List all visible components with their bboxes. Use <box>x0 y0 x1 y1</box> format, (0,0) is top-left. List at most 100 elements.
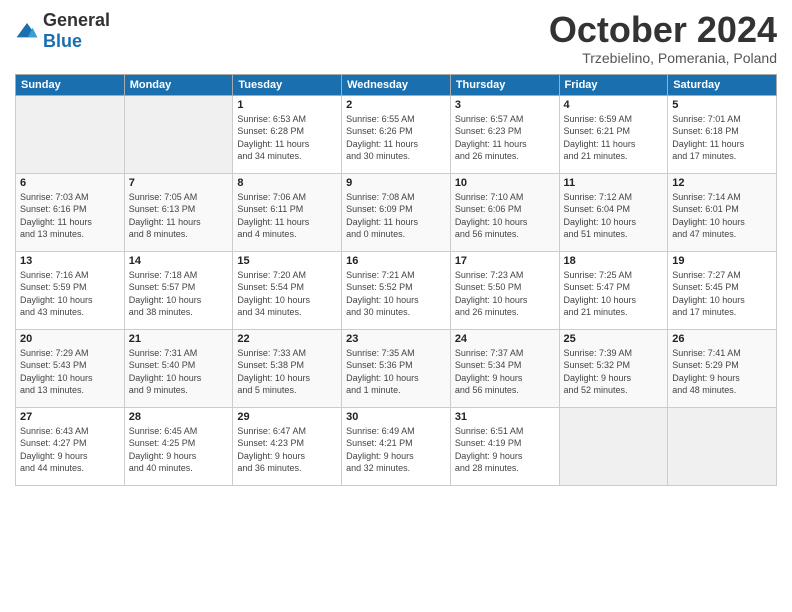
day-number: 23 <box>346 333 446 345</box>
day-number: 25 <box>564 333 664 345</box>
day-number: 20 <box>20 333 120 345</box>
week-row-4: 20 Sunrise: 7:29 AM Sunset: 5:43 PM Dayli… <box>16 329 777 407</box>
day-number: 27 <box>20 411 120 423</box>
logo-blue: Blue <box>43 31 82 51</box>
day-info: Sunrise: 7:23 AM Sunset: 5:50 PM Dayligh… <box>455 269 555 319</box>
logo-icon <box>15 21 39 41</box>
day-cell: 15Sunrise: 7:20 AM Sunset: 5:54 PM Dayli… <box>233 251 342 329</box>
title-block: October 2024 Trzebielino, Pomerania, Pol… <box>549 10 777 66</box>
day-cell: 19 Sunrise: 7:27 AM Sunset: 5:45 PM Dayli… <box>668 251 777 329</box>
day-info: Sunrise: 6:51 AM Sunset: 4:19 PM Dayligh… <box>455 425 555 475</box>
day-cell: 16Sunrise: 7:21 AM Sunset: 5:52 PM Dayli… <box>342 251 451 329</box>
day-number: 19 <box>672 255 772 267</box>
day-cell: 5 Sunrise: 7:01 AM Sunset: 6:18 PM Daylig… <box>668 95 777 173</box>
weekday-header-wednesday: Wednesday <box>342 74 451 95</box>
day-info: Sunrise: 7:06 AM Sunset: 6:11 PM Dayligh… <box>237 191 337 241</box>
day-cell: 18 Sunrise: 7:25 AM Sunset: 5:47 PM Dayli… <box>559 251 668 329</box>
day-number: 31 <box>455 411 555 423</box>
calendar-table: SundayMondayTuesdayWednesdayThursdayFrid… <box>15 74 777 486</box>
day-cell: 23 Sunrise: 7:35 AM Sunset: 5:36 PM Dayli… <box>342 329 451 407</box>
day-number: 11 <box>564 177 664 189</box>
day-info: Sunrise: 6:53 AM Sunset: 6:28 PM Dayligh… <box>237 113 337 163</box>
day-cell: 17Sunrise: 7:23 AM Sunset: 5:50 PM Dayli… <box>450 251 559 329</box>
day-cell: 1Sunrise: 6:53 AM Sunset: 6:28 PM Daylig… <box>233 95 342 173</box>
day-number: 8 <box>237 177 337 189</box>
day-info: Sunrise: 7:37 AM Sunset: 5:34 PM Dayligh… <box>455 347 555 397</box>
day-number: 10 <box>455 177 555 189</box>
week-row-2: 6 Sunrise: 7:03 AM Sunset: 6:16 PM Daylig… <box>16 173 777 251</box>
day-number: 21 <box>129 333 229 345</box>
day-info: Sunrise: 7:31 AM Sunset: 5:40 PM Dayligh… <box>129 347 229 397</box>
day-info: Sunrise: 6:49 AM Sunset: 4:21 PM Dayligh… <box>346 425 446 475</box>
weekday-header-sunday: Sunday <box>16 74 125 95</box>
week-row-1: 1Sunrise: 6:53 AM Sunset: 6:28 PM Daylig… <box>16 95 777 173</box>
day-info: Sunrise: 6:45 AM Sunset: 4:25 PM Dayligh… <box>129 425 229 475</box>
day-cell: 29 Sunrise: 6:47 AM Sunset: 4:23 PM Dayli… <box>233 407 342 485</box>
page: General Blue October 2024 Trzebielino, P… <box>0 0 792 612</box>
day-number: 15 <box>237 255 337 267</box>
day-info: Sunrise: 7:29 AM Sunset: 5:43 PM Dayligh… <box>20 347 120 397</box>
day-cell: 25 Sunrise: 7:39 AM Sunset: 5:32 PM Dayli… <box>559 329 668 407</box>
weekday-header-monday: Monday <box>124 74 233 95</box>
day-number: 12 <box>672 177 772 189</box>
day-cell <box>124 95 233 173</box>
day-info: Sunrise: 7:25 AM Sunset: 5:47 PM Dayligh… <box>564 269 664 319</box>
day-number: 29 <box>237 411 337 423</box>
day-number: 30 <box>346 411 446 423</box>
day-cell: 10Sunrise: 7:10 AM Sunset: 6:06 PM Dayli… <box>450 173 559 251</box>
day-number: 26 <box>672 333 772 345</box>
logo-text: General Blue <box>43 10 110 52</box>
day-info: Sunrise: 7:27 AM Sunset: 5:45 PM Dayligh… <box>672 269 772 319</box>
day-info: Sunrise: 6:43 AM Sunset: 4:27 PM Dayligh… <box>20 425 120 475</box>
day-cell: 12 Sunrise: 7:14 AM Sunset: 6:01 PM Dayli… <box>668 173 777 251</box>
day-info: Sunrise: 7:33 AM Sunset: 5:38 PM Dayligh… <box>237 347 337 397</box>
day-info: Sunrise: 7:08 AM Sunset: 6:09 PM Dayligh… <box>346 191 446 241</box>
weekday-header-thursday: Thursday <box>450 74 559 95</box>
weekday-header-friday: Friday <box>559 74 668 95</box>
day-info: Sunrise: 7:05 AM Sunset: 6:13 PM Dayligh… <box>129 191 229 241</box>
day-number: 13 <box>20 255 120 267</box>
day-info: Sunrise: 7:35 AM Sunset: 5:36 PM Dayligh… <box>346 347 446 397</box>
day-cell: 26Sunrise: 7:41 AM Sunset: 5:29 PM Dayli… <box>668 329 777 407</box>
day-number: 9 <box>346 177 446 189</box>
day-info: Sunrise: 6:47 AM Sunset: 4:23 PM Dayligh… <box>237 425 337 475</box>
day-info: Sunrise: 7:21 AM Sunset: 5:52 PM Dayligh… <box>346 269 446 319</box>
day-cell: 27 Sunrise: 6:43 AM Sunset: 4:27 PM Dayli… <box>16 407 125 485</box>
day-info: Sunrise: 7:18 AM Sunset: 5:57 PM Dayligh… <box>129 269 229 319</box>
day-cell: 14 Sunrise: 7:18 AM Sunset: 5:57 PM Dayli… <box>124 251 233 329</box>
day-info: Sunrise: 6:59 AM Sunset: 6:21 PM Dayligh… <box>564 113 664 163</box>
day-cell: 21 Sunrise: 7:31 AM Sunset: 5:40 PM Dayli… <box>124 329 233 407</box>
day-cell: 2Sunrise: 6:55 AM Sunset: 6:26 PM Daylig… <box>342 95 451 173</box>
day-info: Sunrise: 7:12 AM Sunset: 6:04 PM Dayligh… <box>564 191 664 241</box>
day-number: 18 <box>564 255 664 267</box>
day-cell <box>559 407 668 485</box>
day-info: Sunrise: 7:16 AM Sunset: 5:59 PM Dayligh… <box>20 269 120 319</box>
logo: General Blue <box>15 10 110 52</box>
day-cell: 8 Sunrise: 7:06 AM Sunset: 6:11 PM Daylig… <box>233 173 342 251</box>
day-info: Sunrise: 7:03 AM Sunset: 6:16 PM Dayligh… <box>20 191 120 241</box>
weekday-header-row: SundayMondayTuesdayWednesdayThursdayFrid… <box>16 74 777 95</box>
day-number: 5 <box>672 99 772 111</box>
day-number: 6 <box>20 177 120 189</box>
day-cell: 6 Sunrise: 7:03 AM Sunset: 6:16 PM Daylig… <box>16 173 125 251</box>
day-info: Sunrise: 7:01 AM Sunset: 6:18 PM Dayligh… <box>672 113 772 163</box>
header: General Blue October 2024 Trzebielino, P… <box>15 10 777 66</box>
day-cell: 9 Sunrise: 7:08 AM Sunset: 6:09 PM Daylig… <box>342 173 451 251</box>
day-cell: 24Sunrise: 7:37 AM Sunset: 5:34 PM Dayli… <box>450 329 559 407</box>
day-info: Sunrise: 7:39 AM Sunset: 5:32 PM Dayligh… <box>564 347 664 397</box>
day-cell: 28Sunrise: 6:45 AM Sunset: 4:25 PM Dayli… <box>124 407 233 485</box>
day-cell <box>16 95 125 173</box>
day-info: Sunrise: 6:57 AM Sunset: 6:23 PM Dayligh… <box>455 113 555 163</box>
day-cell: 30 Sunrise: 6:49 AM Sunset: 4:21 PM Dayli… <box>342 407 451 485</box>
day-cell: 7Sunrise: 7:05 AM Sunset: 6:13 PM Daylig… <box>124 173 233 251</box>
day-cell: 31 Sunrise: 6:51 AM Sunset: 4:19 PM Dayli… <box>450 407 559 485</box>
week-row-5: 27 Sunrise: 6:43 AM Sunset: 4:27 PM Dayli… <box>16 407 777 485</box>
day-cell: 22Sunrise: 7:33 AM Sunset: 5:38 PM Dayli… <box>233 329 342 407</box>
day-cell <box>668 407 777 485</box>
day-info: Sunrise: 7:14 AM Sunset: 6:01 PM Dayligh… <box>672 191 772 241</box>
day-number: 4 <box>564 99 664 111</box>
location-title: Trzebielino, Pomerania, Poland <box>549 50 777 66</box>
day-number: 14 <box>129 255 229 267</box>
day-cell: 4 Sunrise: 6:59 AM Sunset: 6:21 PM Daylig… <box>559 95 668 173</box>
day-number: 3 <box>455 99 555 111</box>
